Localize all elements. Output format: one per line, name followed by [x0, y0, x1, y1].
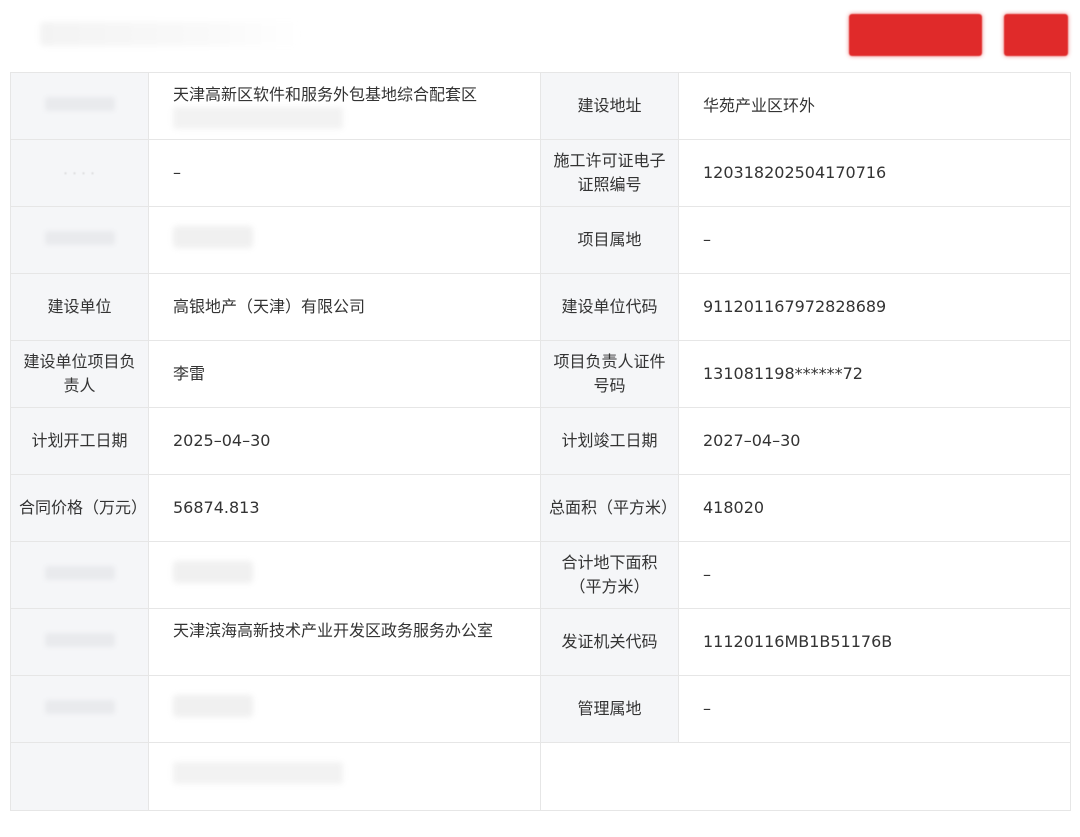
total-area-label: 总面积（平方米）	[540, 474, 679, 542]
project-name-text: 天津高新区软件和服务外包基地综合配套区	[173, 85, 478, 104]
construction-unit-value: 高银地产（天津）有限公司	[148, 273, 541, 341]
table-row	[10, 742, 1071, 811]
construction-address-value: 华苑产业区环外	[678, 72, 1071, 140]
planned-start-date-label: 计划开工日期	[10, 407, 149, 475]
construction-unit-label: 建设单位	[10, 273, 149, 341]
project-name-value: 天津高新区软件和服务外包基地综合配套区	[148, 72, 541, 140]
row-value-left	[148, 206, 541, 274]
table-row: 项目属地 –	[10, 206, 1071, 274]
redacted-label	[44, 633, 115, 647]
issuing-authority-code-value: 11120116MB1B51176B	[678, 608, 1071, 676]
table-row: · · · · – 施工许可证电子证照编号 12031820250417071​…	[10, 139, 1071, 207]
total-area-value: 418020	[678, 474, 1071, 542]
planned-start-date-value: 2025–04–30	[148, 407, 541, 475]
construction-unit-code-label: 建设单位代码	[540, 273, 679, 341]
planned-completion-date-label: 计划竣工日期	[540, 407, 679, 475]
table-row: 建设单位项目负责人 李雷 项目负责人证件号码 131081198******72	[10, 340, 1071, 408]
contract-price-label: 合同价格（万元）	[10, 474, 149, 542]
row-label-left	[10, 206, 149, 274]
row-label-right: 项目属地	[540, 206, 679, 274]
table-row: 合计地下面积（平方米） –	[10, 541, 1071, 609]
redacted-value	[173, 107, 343, 129]
underground-area-label: 合计地下面积（平方米）	[540, 541, 679, 609]
row-label-left: · · · ·	[10, 139, 149, 207]
manager-id-number-value: 131081198******72	[678, 340, 1071, 408]
table-row: 天津滨海高新技术产业开发区政务服务办公室 发证机关代码 11120116MB1B…	[10, 608, 1071, 676]
issuing-authority-value: 天津滨海高新技术产业开发区政务服务办公室	[148, 608, 541, 676]
project-manager-label: 建设单位项目负责人	[10, 340, 149, 408]
underground-area-value: –	[678, 541, 1071, 609]
row-label-left	[10, 72, 149, 140]
faint-label: · · · ·	[63, 167, 96, 180]
management-location-value: –	[678, 675, 1071, 743]
table-row: 管理属地 –	[10, 675, 1071, 743]
management-location-label: 管理属地	[540, 675, 679, 743]
row-value-left	[148, 541, 541, 609]
table-row: 天津高新区软件和服务外包基地综合配套区 建设地址 华苑产业区环外	[10, 72, 1071, 140]
row-value-left	[148, 675, 541, 743]
row-label-left	[10, 541, 149, 609]
redacted-label	[44, 231, 115, 245]
project-location-value: –	[678, 206, 1071, 274]
primary-action-button[interactable]	[849, 14, 982, 56]
project-manager-value: 李雷	[148, 340, 541, 408]
row-label-left	[10, 608, 149, 676]
row-label-right: 施工许可证电子证照编号	[540, 139, 679, 207]
redacted-value	[173, 762, 343, 784]
construction-unit-code-value: 911201167972828689	[678, 273, 1071, 341]
issuing-authority-code-label: 发证机关代码	[540, 608, 679, 676]
row-value-left	[148, 742, 541, 811]
planned-completion-date-value: 2027–04–30	[678, 407, 1071, 475]
contract-price-value: 56874.813	[148, 474, 541, 542]
row-value-left: –	[148, 139, 541, 207]
table-row: 计划开工日期 2025–04–30 计划竣工日期 2027–04–30	[10, 407, 1071, 475]
table-row: 建设单位 高银地产（天津）有限公司 建设单位代码 911201167972828…	[10, 273, 1071, 341]
row-label-right: 建设地址	[540, 72, 679, 140]
redacted-label	[44, 700, 115, 714]
redacted-value	[173, 560, 253, 583]
redacted-value	[173, 694, 253, 717]
top-bar	[0, 0, 1080, 70]
manager-id-number-label: 项目负责人证件号码	[540, 340, 679, 408]
row-label-left	[10, 675, 149, 743]
redacted-label	[44, 566, 115, 580]
redacted-label	[44, 97, 115, 111]
row-label-left	[10, 742, 149, 811]
blurred-page-title	[40, 22, 300, 46]
permit-certificate-number-value: 12031820250417071​6	[678, 139, 1071, 207]
redacted-value	[173, 225, 253, 248]
table-row: 合同价格（万元） 56874.813 总面积（平方米） 418020	[10, 474, 1071, 542]
construction-permit-info-table: 天津高新区软件和服务外包基地综合配套区 建设地址 华苑产业区环外 · · · ·…	[10, 72, 1071, 811]
row-value-right	[540, 742, 1071, 811]
secondary-action-button[interactable]	[1004, 14, 1068, 56]
